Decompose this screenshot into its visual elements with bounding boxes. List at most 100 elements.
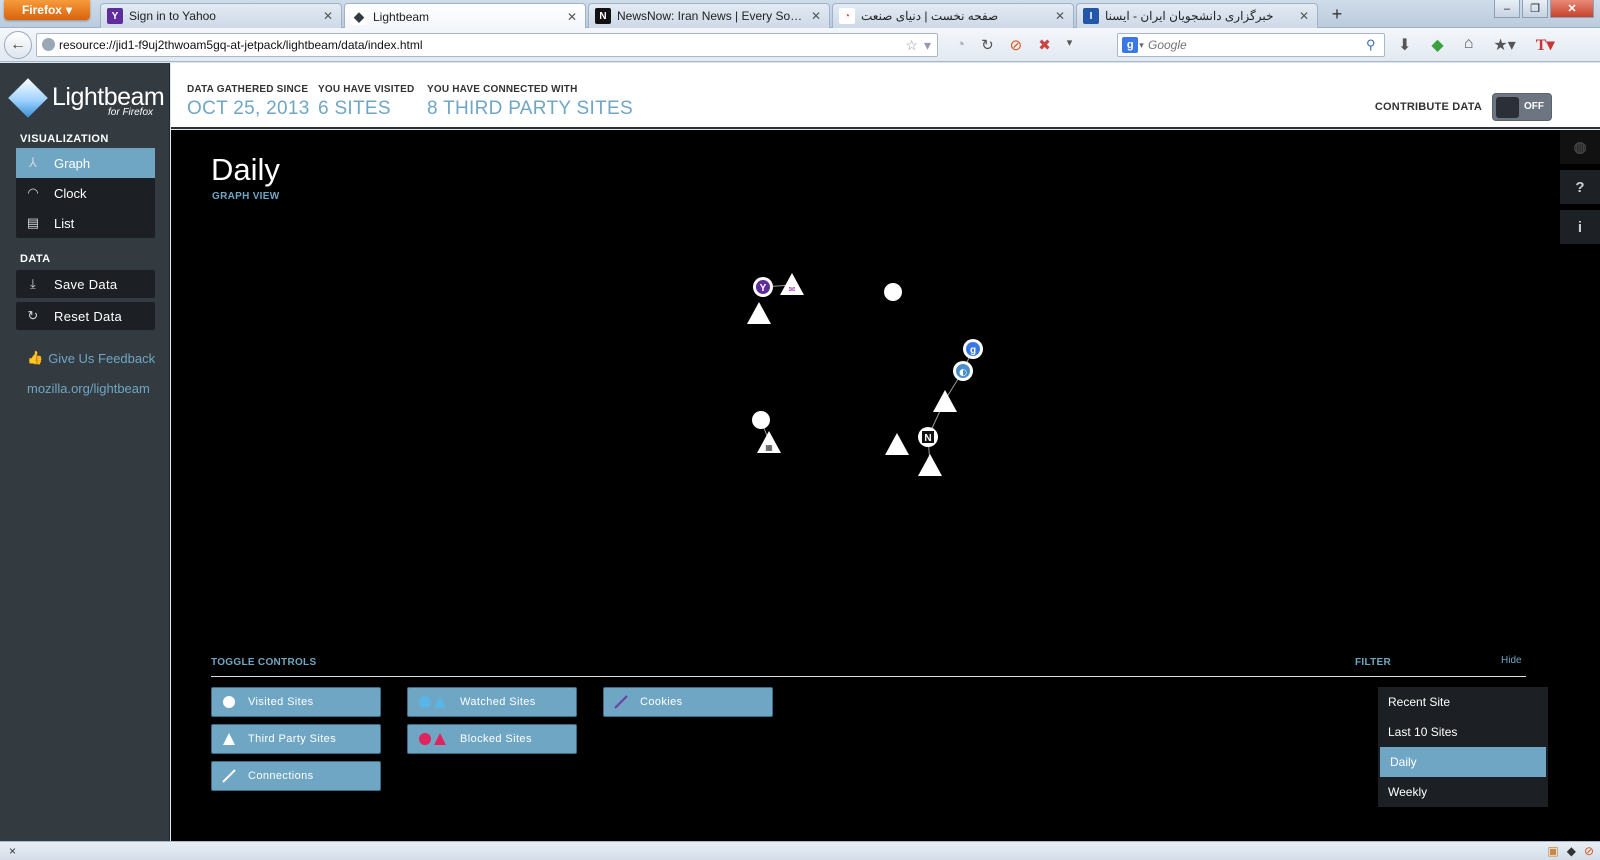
toggle-cookies[interactable]: Cookies <box>603 687 773 717</box>
third-party-site-node[interactable] <box>747 302 771 324</box>
filter-list: Recent Site Last 10 Sites Daily Weekly <box>1378 687 1548 807</box>
visited-site-node[interactable] <box>884 283 902 301</box>
history-dropdown-icon[interactable]: ▾ <box>924 37 931 54</box>
visualization-area: Y g ◐ N ✉ ▦ Daily GRAPH VIEW ◍ ? i TOGGL… <box>171 130 1600 841</box>
search-bar[interactable]: g ▾ ⚲ <box>1117 33 1385 57</box>
close-icon[interactable]: × <box>9 844 16 858</box>
filter-last-10-sites[interactable]: Last 10 Sites <box>1378 717 1548 747</box>
toggle-label: Blocked Sites <box>460 733 532 745</box>
download-icon: ⤓ <box>29 276 37 291</box>
rss-icon[interactable]: ◔ <box>956 36 965 54</box>
url-bar[interactable]: resource://jid1-f9uj2thwoam5gq-at-jetpac… <box>36 33 938 57</box>
minimize-icon[interactable]: – <box>1494 0 1520 18</box>
contribute-data-label: CONTRIBUTE DATA <box>1374 101 1482 113</box>
new-tab-button[interactable]: + <box>1326 4 1348 26</box>
tab-lightbeam[interactable]: ◆ Lightbeam ✕ <box>344 3 586 29</box>
download-blocker-icon[interactable]: ✖ <box>1038 36 1051 54</box>
info-icon[interactable]: i <box>1560 210 1600 244</box>
close-icon[interactable]: ✕ <box>565 10 579 24</box>
toggle-connections[interactable]: Connections <box>211 761 381 791</box>
visited-site-node[interactable]: g <box>963 339 983 359</box>
dropdown-icon[interactable]: ▾ <box>1067 36 1073 54</box>
visited-site-node[interactable] <box>752 411 770 429</box>
block-icon[interactable]: ⊘ <box>1584 844 1594 858</box>
lightbeam-favicon-icon: ◆ <box>351 8 367 25</box>
sidebar-item-label: Clock <box>54 185 87 201</box>
downloads-icon[interactable]: ⬇ <box>1398 35 1411 55</box>
third-party-site-node[interactable]: ▦ <box>757 431 781 453</box>
bookmark-star-icon[interactable]: ☆ <box>905 37 918 54</box>
close-icon[interactable]: ✕ <box>809 9 823 23</box>
hide-controls-link[interactable]: Hide <box>1501 655 1522 666</box>
third-party-site-node[interactable] <box>885 433 909 455</box>
sidebar-item-graph[interactable]: ⅄ Graph <box>16 148 155 178</box>
visualization-menu: ⅄ Graph ◠ Clock ▤ List <box>16 148 155 238</box>
feedback-link[interactable]: 👍 Give Us Feedback <box>27 350 155 366</box>
sidebar-item-list[interactable]: ▤ List <box>16 208 155 238</box>
home-icon[interactable]: ⌂ <box>1464 35 1474 55</box>
yahoo-favicon-icon: Y <box>107 8 123 24</box>
addon-icon[interactable]: ◆ <box>1431 35 1443 55</box>
tab-donya-sanat[interactable]: ◔ صفحه نخست | دنیای صنعت ✕ <box>832 3 1074 28</box>
view-subtitle: GRAPH VIEW <box>212 191 280 202</box>
toggle-controls-heading: TOGGLE CONTROLS <box>211 657 317 668</box>
watched-icon <box>418 695 448 709</box>
window-close-icon[interactable]: ✕ <box>1550 0 1594 18</box>
filter-daily[interactable]: Daily <box>1380 747 1546 777</box>
stat-label: DATA GATHERED SINCE <box>187 84 309 95</box>
toggle-third-party-sites[interactable]: Third Party Sites <box>211 724 381 754</box>
mozilla-lightbeam-link[interactable]: mozilla.org/lightbeam <box>27 381 150 396</box>
tab-label: صفحه نخست | دنیای صنعت <box>861 9 999 23</box>
close-icon[interactable]: ✕ <box>1297 9 1311 23</box>
connection-graph[interactable]: Y g ◐ N ✉ ▦ <box>171 130 1600 640</box>
reload-icon[interactable]: ↻ <box>981 36 994 54</box>
visited-site-node[interactable]: N <box>918 427 938 447</box>
tab-strip: Firefox ▾ Y Sign in to Yahoo ✕ ◆ Lightbe… <box>0 0 1600 29</box>
firefox-menu-button[interactable]: Firefox ▾ <box>4 0 90 20</box>
restore-icon[interactable]: ❐ <box>1522 0 1548 18</box>
close-icon[interactable]: ✕ <box>1053 9 1067 23</box>
status-bar: × ▣ ◆ ⊘ <box>0 841 1600 860</box>
third-party-site-node[interactable] <box>933 390 957 412</box>
graph-icon: ⅄ <box>29 155 37 170</box>
search-input[interactable] <box>1148 38 1366 52</box>
stat-label: YOU HAVE CONNECTED WITH <box>427 84 578 95</box>
tab-yahoo[interactable]: Y Sign in to Yahoo ✕ <box>100 3 342 28</box>
toggle-blocked-sites[interactable]: Blocked Sites <box>407 724 577 754</box>
navigation-toolbar: ← resource://jid1-f9uj2thwoam5gq-at-jetp… <box>0 28 1600 62</box>
tab-newsnow[interactable]: N NewsNow: Iran News | Every Source, ...… <box>588 3 830 28</box>
block-icon[interactable]: ⊘ <box>1010 36 1023 54</box>
save-data-button[interactable]: ⤓ Save Data <box>16 270 155 298</box>
help-icon[interactable]: ? <box>1560 170 1600 204</box>
clock-icon: ◠ <box>27 185 39 200</box>
visited-site-node[interactable]: ◐ <box>953 361 973 381</box>
bookmarks-menu-icon[interactable]: ★▾ <box>1493 35 1515 55</box>
toggle-watched-sites[interactable]: Watched Sites <box>407 687 577 717</box>
contribute-data-toggle[interactable]: OFF <box>1492 93 1552 121</box>
search-engine-selector[interactable]: g ▾ <box>1118 34 1148 56</box>
third-party-site-node[interactable]: ✉ <box>780 273 804 295</box>
blocked-icon <box>418 732 448 746</box>
newsnow-node-icon: N <box>924 433 931 444</box>
globe-icon[interactable]: ◍ <box>1560 130 1600 164</box>
data-heading: DATA <box>20 253 51 265</box>
search-icon[interactable]: ⚲ <box>1366 37 1384 53</box>
third-party-site-node[interactable] <box>918 454 942 476</box>
tab-isna[interactable]: I خبرگزاری دانشجویان ایران - ایسنا ✕ <box>1076 3 1318 28</box>
text-tool-icon[interactable]: T▾ <box>1536 35 1555 55</box>
toggle-visited-sites[interactable]: Visited Sites <box>211 687 381 717</box>
lightbeam-status-icon[interactable]: ◆ <box>1567 844 1576 858</box>
toggle-label: Cookies <box>640 696 683 708</box>
thumbs-up-icon: 👍 <box>27 350 44 365</box>
addon-bar-icon[interactable]: ▣ <box>1547 844 1558 858</box>
save-data-label: Save Data <box>54 276 118 292</box>
sidebar-item-clock[interactable]: ◠ Clock <box>16 178 155 208</box>
site-identity-icon[interactable] <box>42 38 55 51</box>
visited-site-node[interactable]: Y <box>753 277 773 297</box>
filter-recent-site[interactable]: Recent Site <box>1378 687 1548 717</box>
back-button[interactable]: ← <box>4 31 32 59</box>
reset-data-button[interactable]: ↻ Reset Data <box>16 302 155 330</box>
close-icon[interactable]: ✕ <box>321 9 335 23</box>
toggle-label: Connections <box>248 770 314 782</box>
filter-weekly[interactable]: Weekly <box>1378 777 1548 807</box>
